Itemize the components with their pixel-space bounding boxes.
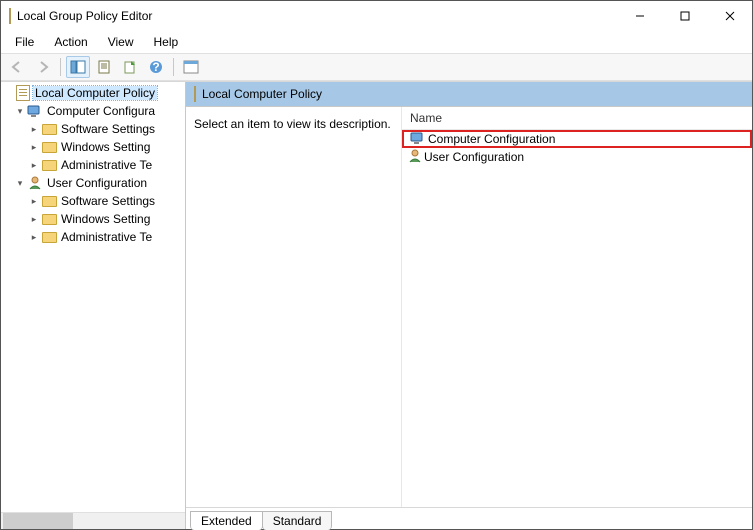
tree-root[interactable]: Local Computer Policy [1, 84, 185, 102]
properties-button[interactable] [92, 56, 116, 78]
folder-icon [41, 193, 57, 209]
tree-label: Windows Setting [59, 140, 152, 154]
tree-windows-settings[interactable]: ▸ Windows Setting [1, 138, 185, 156]
menu-help[interactable]: Help [144, 33, 189, 51]
close-button[interactable] [707, 1, 752, 31]
forward-button[interactable] [31, 56, 55, 78]
policy-icon [194, 87, 196, 101]
export-button[interactable] [118, 56, 142, 78]
collapsed-arrow-icon[interactable]: ▸ [27, 160, 41, 171]
show-tree-button[interactable] [66, 56, 90, 78]
toolbar-separator [60, 58, 61, 76]
menu-file[interactable]: File [5, 33, 44, 51]
folder-icon [41, 139, 57, 155]
folder-icon [41, 211, 57, 227]
list-panel: Name Computer Configuration User Configu… [401, 107, 752, 507]
back-button[interactable] [5, 56, 29, 78]
collapsed-arrow-icon[interactable]: ▸ [27, 142, 41, 153]
collapsed-arrow-icon[interactable]: ▸ [27, 124, 41, 135]
tree-software-settings[interactable]: ▸ Software Settings [1, 120, 185, 138]
collapsed-arrow-icon[interactable]: ▸ [27, 214, 41, 225]
maximize-button[interactable] [662, 1, 707, 31]
collapsed-arrow-icon[interactable]: ▸ [27, 196, 41, 207]
details-pane: Local Computer Policy Select an item to … [186, 82, 752, 529]
tab-extended[interactable]: Extended [190, 511, 263, 530]
menu-view[interactable]: View [98, 33, 144, 51]
tab-standard[interactable]: Standard [262, 511, 333, 530]
tree-label: Computer Configura [45, 104, 157, 118]
list-item-computer-config[interactable]: Computer Configuration [402, 130, 752, 148]
collapsed-arrow-icon[interactable]: ▸ [27, 232, 41, 243]
tree-label: Windows Setting [59, 212, 152, 226]
tree-windows-settings[interactable]: ▸ Windows Setting [1, 210, 185, 228]
description-panel: Select an item to view its description. [186, 107, 401, 507]
column-header-name[interactable]: Name [402, 107, 752, 130]
list-item-label: Computer Configuration [428, 132, 555, 146]
content-area: Local Computer Policy ▾ Computer Configu… [1, 81, 752, 529]
help-button[interactable]: ? [144, 56, 168, 78]
toolbar: ? [1, 53, 752, 81]
expanded-arrow-icon[interactable]: ▾ [13, 178, 27, 189]
menu-action[interactable]: Action [44, 33, 97, 51]
tree-user-config[interactable]: ▾ User Configuration [1, 174, 185, 192]
tree-root-label: Local Computer Policy [33, 86, 157, 100]
app-icon [9, 9, 11, 23]
computer-icon [27, 103, 43, 119]
tree-horizontal-scrollbar[interactable] [1, 512, 185, 529]
tree-label: User Configuration [45, 176, 149, 190]
tree-label: Software Settings [59, 122, 157, 136]
folder-icon [41, 229, 57, 245]
menubar: File Action View Help [1, 31, 752, 53]
list-item-user-config[interactable]: User Configuration [402, 148, 752, 166]
details-body: Select an item to view its description. … [186, 106, 752, 507]
tree-label: Software Settings [59, 194, 157, 208]
toolbar-separator [173, 58, 174, 76]
tree-label: Administrative Te [59, 230, 154, 244]
user-icon [408, 149, 422, 166]
folder-icon [41, 157, 57, 173]
tree-admin-templates[interactable]: ▸ Administrative Te [1, 156, 185, 174]
user-icon [27, 175, 43, 191]
svg-text:?: ? [152, 60, 159, 74]
tree-view[interactable]: Local Computer Policy ▾ Computer Configu… [1, 82, 185, 512]
tree-software-settings[interactable]: ▸ Software Settings [1, 192, 185, 210]
description-text: Select an item to view its description. [194, 117, 391, 131]
details-header: Local Computer Policy [186, 82, 752, 106]
tree-label: Administrative Te [59, 158, 154, 172]
policy-icon [15, 85, 31, 101]
window-title: Local Group Policy Editor [17, 9, 152, 23]
list-item-label: User Configuration [424, 150, 524, 164]
scrollbar-thumb[interactable] [3, 513, 73, 529]
folder-icon [41, 121, 57, 137]
titlebar: Local Group Policy Editor [1, 1, 752, 31]
tree-admin-templates[interactable]: ▸ Administrative Te [1, 228, 185, 246]
tree-pane: Local Computer Policy ▾ Computer Configu… [1, 82, 186, 529]
computer-icon [410, 131, 426, 148]
minimize-button[interactable] [617, 1, 662, 31]
details-title: Local Computer Policy [202, 87, 322, 101]
tree-computer-config[interactable]: ▾ Computer Configura [1, 102, 185, 120]
expanded-arrow-icon[interactable]: ▾ [13, 106, 27, 117]
view-tabs: Extended Standard [186, 507, 752, 529]
filter-button[interactable] [179, 56, 203, 78]
